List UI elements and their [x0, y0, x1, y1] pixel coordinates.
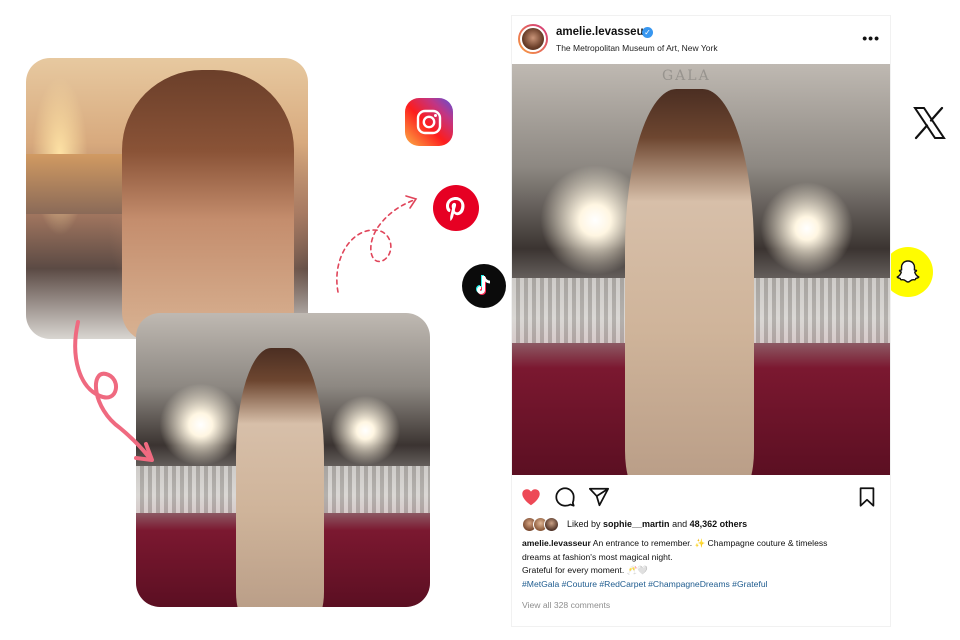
- post-username[interactable]: amelie.levasseur: [556, 26, 648, 38]
- avatar-image: [520, 26, 546, 52]
- post-actions: [512, 486, 890, 510]
- x-glyph-icon: [913, 106, 946, 140]
- pinterest-icon[interactable]: [433, 185, 479, 231]
- caption-line-2: dreams at fashion's most magical night.: [522, 551, 673, 562]
- woman-in-gown: [235, 348, 325, 607]
- more-options-icon[interactable]: •••: [862, 30, 880, 46]
- liked-user[interactable]: sophie__martin: [603, 519, 670, 529]
- red-carpet-scene: [136, 313, 430, 607]
- tiktok-glyph-icon: [476, 275, 490, 295]
- red-carpet-scene: [512, 64, 890, 475]
- caption-line-3: Grateful for every moment. 🥂🤍: [522, 565, 648, 575]
- woman-in-gown: [625, 88, 754, 475]
- caption-line-1: An entrance to remember. ✨ Champagne cou…: [590, 538, 828, 548]
- share-icon[interactable]: [588, 486, 610, 508]
- bookmark-icon[interactable]: [856, 486, 878, 508]
- post-caption: amelie.levasseur An entrance to remember…: [522, 537, 862, 591]
- caption-username[interactable]: amelie.levasseur: [522, 538, 591, 548]
- dashed-arrow-icon: [336, 195, 418, 293]
- woman-figure: [122, 70, 294, 339]
- snapchat-icon[interactable]: [883, 247, 933, 297]
- liked-prefix: Liked by: [567, 519, 604, 529]
- likes-row: Liked by sophie__martin and 48,362 other…: [522, 516, 747, 532]
- likes-summary[interactable]: Liked by sophie__martin and 48,362 other…: [567, 519, 747, 529]
- instagram-glyph-icon: [416, 109, 442, 135]
- likes-count[interactable]: 48,362 others: [690, 519, 748, 529]
- gala-sign: GALA: [662, 68, 711, 84]
- sunset-sea: [26, 154, 136, 214]
- snapchat-ghost-icon: [896, 260, 920, 283]
- view-comments-link[interactable]: View all 328 comments: [522, 600, 610, 610]
- tiktok-icon[interactable]: [462, 264, 506, 308]
- instagram-icon[interactable]: [405, 98, 453, 146]
- post-header: amelie.levasseur ✓ The Metropolitan Muse…: [512, 16, 890, 64]
- transformed-photo: [136, 313, 430, 607]
- avatar[interactable]: [518, 24, 548, 54]
- post-image[interactable]: GALA: [512, 64, 890, 475]
- transform-arrow-icon: [73, 320, 154, 462]
- caption-hashtags[interactable]: #MetGala #Couture #RedCarpet #ChampagneD…: [522, 578, 862, 592]
- pinterest-glyph-icon: [446, 197, 465, 221]
- original-photo: [26, 58, 308, 339]
- verified-badge-icon: ✓: [642, 27, 653, 38]
- post-location[interactable]: The Metropolitan Museum of Art, New York: [556, 43, 718, 53]
- liker-avatar: [544, 516, 559, 532]
- comment-icon[interactable]: [554, 486, 576, 508]
- heart-icon[interactable]: [520, 486, 542, 508]
- x-icon[interactable]: [906, 100, 952, 146]
- instagram-post: amelie.levasseur ✓ The Metropolitan Muse…: [512, 16, 890, 626]
- liked-middle: and: [669, 519, 690, 529]
